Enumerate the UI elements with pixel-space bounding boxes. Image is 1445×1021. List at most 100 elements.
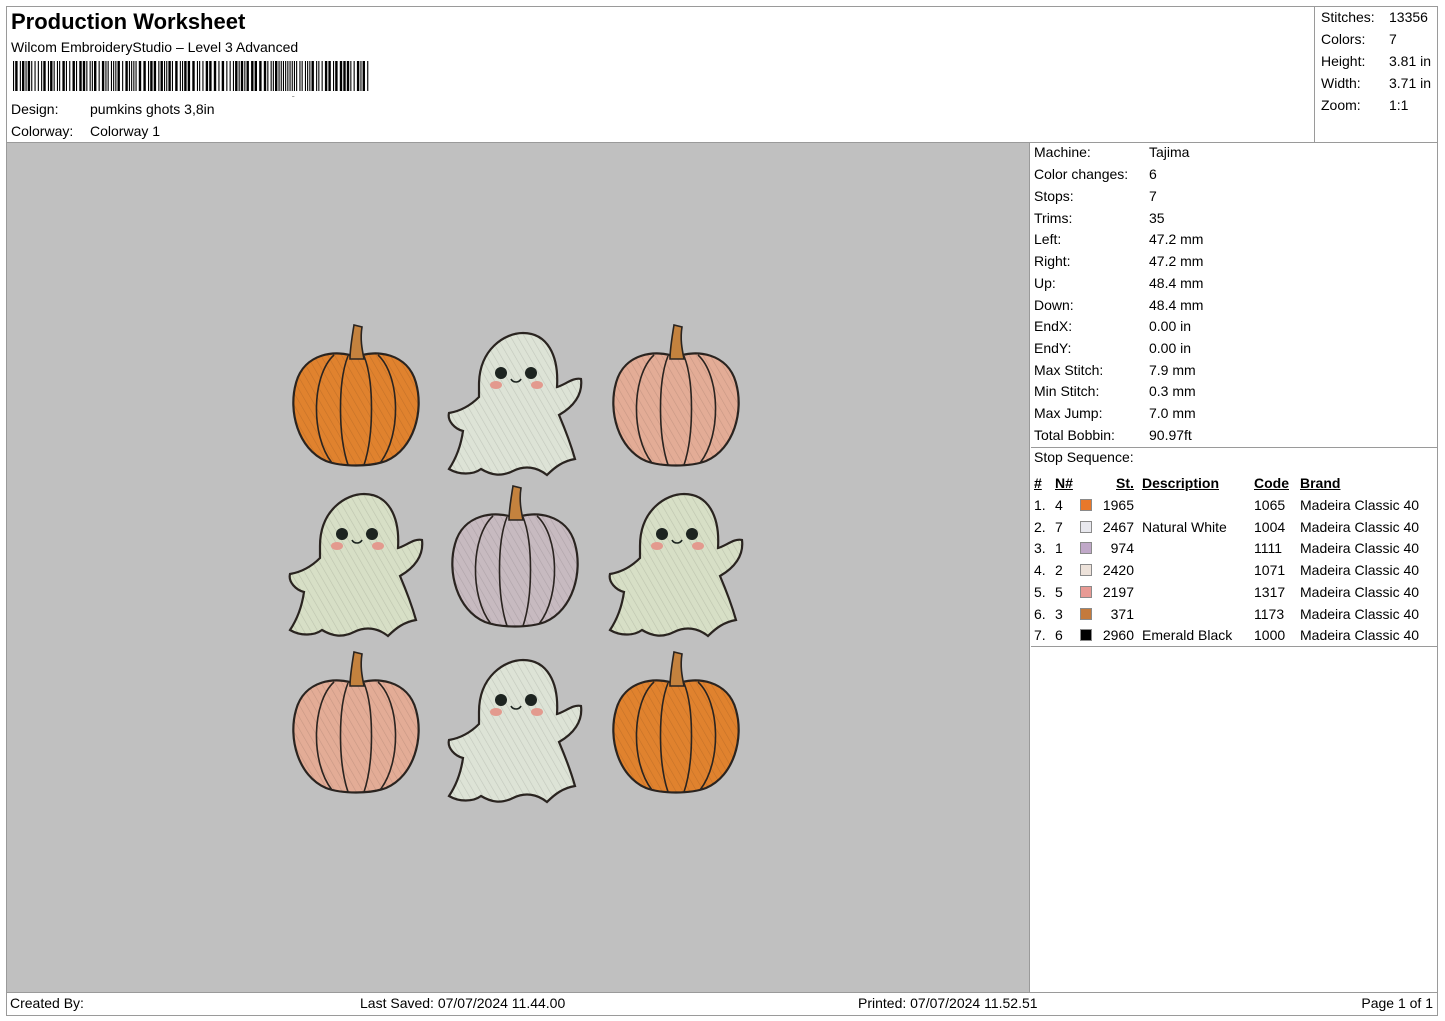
col-needle: N# xyxy=(1055,475,1073,491)
colorway-row: Colorway: Colorway 1 xyxy=(11,123,160,139)
info-endy: EndY: 0.00 in xyxy=(1034,340,1191,356)
row-code: 1000 xyxy=(1254,627,1286,644)
color-swatch-icon xyxy=(1080,542,1092,555)
info-value: 0.00 in xyxy=(1149,318,1192,334)
row-stitches: 2420 xyxy=(1102,562,1134,579)
design-label: Design: xyxy=(11,101,59,117)
row-needle: 3 xyxy=(1055,605,1063,622)
pumpkin-icon xyxy=(612,651,740,794)
row-brand: Madeira Classic 40 xyxy=(1300,540,1420,557)
pumpkin-icon xyxy=(292,651,420,794)
ghost-icon xyxy=(608,492,744,638)
info-endx: EndX: 0.00 in xyxy=(1034,318,1191,334)
row-index: 2. xyxy=(1034,518,1046,535)
row-code: 1173 xyxy=(1254,605,1285,622)
row-index: 7. xyxy=(1034,627,1046,644)
row-code: 1317 xyxy=(1254,583,1286,600)
info-label: Down: xyxy=(1034,297,1074,313)
row-code: 1071 xyxy=(1254,562,1286,579)
info-label: Trims: xyxy=(1034,210,1073,226)
col-num: # xyxy=(1034,475,1042,491)
page-title: Production Worksheet xyxy=(11,9,246,34)
info-label: Total Bobbin: xyxy=(1034,427,1115,443)
row-description: Natural White xyxy=(1142,518,1227,535)
info-label: Left: xyxy=(1034,231,1062,247)
row-needle: 5 xyxy=(1055,583,1063,600)
row-index: 4. xyxy=(1034,562,1046,579)
pumpkin-icon xyxy=(612,324,740,467)
row-code: 1065 xyxy=(1254,497,1286,513)
color-swatch-icon xyxy=(1080,564,1092,577)
ghost-icon xyxy=(447,331,583,477)
info-trims: Trims: 35 xyxy=(1034,210,1165,226)
pumpkin-icon xyxy=(451,485,579,628)
row-index: 6. xyxy=(1034,605,1046,622)
summary-label: Width: xyxy=(1321,75,1361,91)
info-label: Right: xyxy=(1034,253,1071,269)
stop-sequence-row: 6. 3 371 1173 Madeira Classic 40 xyxy=(1034,606,1438,626)
summary-value: 13356 xyxy=(1389,9,1428,25)
info-machine: Machine: Tajima xyxy=(1034,144,1189,160)
summary-label: Colors: xyxy=(1321,31,1366,47)
info-stops: Stops: 7 xyxy=(1034,188,1157,204)
svg-text:,: , xyxy=(291,86,295,97)
color-swatch-icon xyxy=(1080,607,1092,620)
summary-value: 1:1 xyxy=(1389,97,1409,113)
summary-label: Stitches: xyxy=(1321,9,1375,25)
info-right: Right: 47.2 mm xyxy=(1034,253,1203,269)
row-index: 5. xyxy=(1034,583,1046,600)
row-brand: Madeira Classic 40 xyxy=(1300,627,1420,644)
col-description: Description xyxy=(1142,475,1220,491)
stop-sequence-row: 5. 5 2197 1317 Madeira Classic 40 xyxy=(1034,584,1438,604)
info-label: Max Stitch: xyxy=(1034,362,1104,378)
stop-sequence-label: Stop Sequence: xyxy=(1034,449,1134,465)
summary-label: Zoom: xyxy=(1321,97,1361,113)
row-stitches: 1965 xyxy=(1102,497,1134,513)
info-label: Machine: xyxy=(1034,144,1091,160)
col-stitches: St. xyxy=(1116,475,1134,491)
design-value: pumkins ghots 3,8in xyxy=(90,101,215,117)
page-number: Page 1 of 1 xyxy=(1361,995,1433,1011)
info-value: 47.2 mm xyxy=(1149,253,1204,269)
row-needle: 2 xyxy=(1055,562,1063,579)
printed-date: Printed: 07/07/2024 11.52.51 xyxy=(858,995,1038,1011)
worksheet-header: Production Worksheet Wilcom EmbroiderySt… xyxy=(7,7,1313,143)
row-index: 1. xyxy=(1034,497,1046,513)
info-label: EndY: xyxy=(1034,340,1072,356)
software-name: Wilcom EmbroideryStudio – Level 3 Advanc… xyxy=(11,39,299,55)
info-label: Max Jump: xyxy=(1034,405,1103,421)
stop-sequence-row: 3. 1 974 1111 Madeira Classic 40 xyxy=(1034,540,1438,560)
design-summary: Stitches: 13356 Colors: 7 Height: 3.81 in W… xyxy=(1314,7,1438,143)
last-saved: Last Saved: 07/07/2024 11.44.00 xyxy=(360,995,566,1011)
summary-zoom: Zoom: 1:1 xyxy=(1321,97,1408,113)
info-value: 7.9 mm xyxy=(1149,362,1196,378)
design-preview xyxy=(7,143,1030,993)
color-swatch-icon xyxy=(1080,499,1092,511)
summary-value: 7 xyxy=(1389,31,1397,47)
info-value: 7 xyxy=(1149,188,1157,204)
created-by: Created By: xyxy=(10,995,84,1011)
row-stitches: 2197 xyxy=(1102,583,1134,600)
info-total-bobbin: Total Bobbin: 90.97ft xyxy=(1034,427,1192,443)
info-left: Left: 47.2 mm xyxy=(1034,231,1203,247)
color-swatch-icon xyxy=(1080,520,1092,533)
row-stitches: 371 xyxy=(1110,605,1134,622)
info-value: 47.2 mm xyxy=(1149,231,1204,247)
row-stitches: 974 xyxy=(1110,540,1134,557)
row-description: Emerald Black xyxy=(1142,627,1233,644)
info-value: 7.0 mm xyxy=(1149,405,1196,421)
row-index: 3. xyxy=(1034,540,1046,557)
row-needle: 4 xyxy=(1055,497,1063,513)
barcode: , xyxy=(13,61,369,97)
summary-colors: Colors: 7 xyxy=(1321,31,1397,47)
info-value: Tajima xyxy=(1149,144,1190,160)
summary-stitches: Stitches: 13356 xyxy=(1321,9,1428,25)
row-needle: 1 xyxy=(1055,540,1063,557)
col-code: Code xyxy=(1254,475,1289,491)
info-max-jump: Max Jump: 7.0 mm xyxy=(1034,405,1196,421)
colorway-value: Colorway 1 xyxy=(90,123,161,139)
machine-info-panel: Machine: Tajima Color changes: 6 Stops: 7 T… xyxy=(1031,143,1438,993)
row-brand: Madeira Classic 40 xyxy=(1300,583,1420,600)
info-value: 90.97ft xyxy=(1149,427,1192,443)
row-needle: 6 xyxy=(1055,627,1063,644)
